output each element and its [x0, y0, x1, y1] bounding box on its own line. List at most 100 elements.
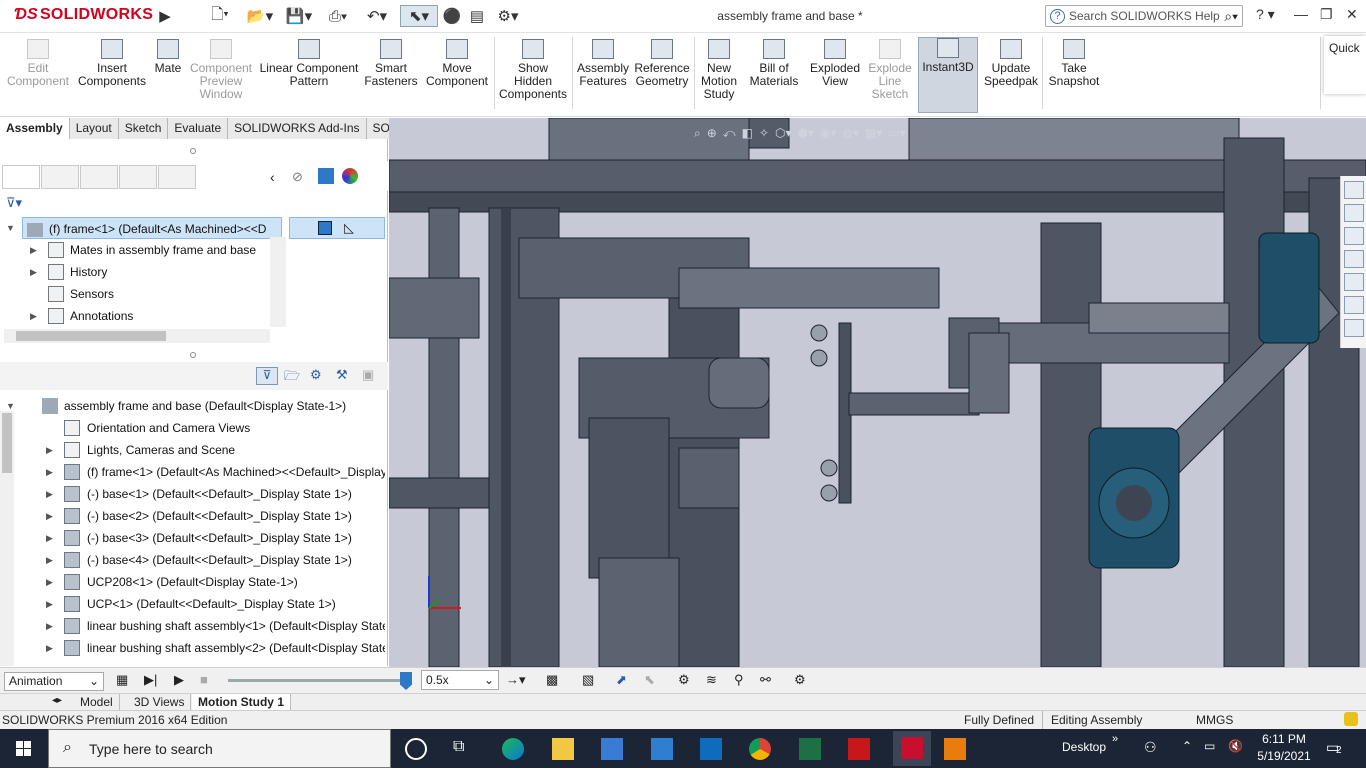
outlook-icon[interactable] [700, 738, 722, 760]
lower-tree-scrollbar[interactable] [0, 411, 14, 666]
expand-arrow-icon[interactable]: ▶ [30, 311, 37, 322]
ribbon-button-linear-component-pattern[interactable]: Linear Component Pattern [258, 39, 360, 88]
tree-item[interactable]: Sensors [70, 283, 270, 305]
restore-button[interactable]: ❐ [1320, 6, 1333, 23]
ribbon-button-exploded-view[interactable]: Exploded View [804, 39, 866, 88]
gear-filter-icon[interactable]: ⚙ [310, 367, 322, 383]
previous-view-icon[interactable]: ⤺ [723, 126, 736, 141]
ribbon-button-edit-component[interactable]: Edit Component [0, 39, 76, 88]
select-pointer-icon[interactable]: ⬉▾ [400, 5, 438, 27]
tree-item[interactable]: (-) base<2> (Default<<Default>_Display S… [87, 505, 385, 527]
new-document-icon[interactable]: 🗋▾ [205, 5, 235, 27]
rebuild-traffic-light-icon[interactable]: ⚫ [443, 5, 462, 27]
splitter-grip-2[interactable] [190, 352, 196, 358]
configuration-manager-tab[interactable] [80, 165, 118, 189]
collapse-left-icon[interactable]: ‹ [270, 169, 275, 185]
store-icon[interactable] [601, 738, 623, 760]
tree-options-icon[interactable]: ▣ [362, 367, 374, 383]
expand-arrow-icon[interactable]: ▶ [30, 267, 37, 278]
feature-manager-tab[interactable] [2, 165, 40, 189]
root-collapse-arrow-icon[interactable]: ▼ [6, 401, 15, 411]
hide-show-items-icon[interactable]: ◉▾ [820, 126, 837, 140]
tree-item[interactable]: UCP<1> (Default<<Default>_Display State … [87, 593, 385, 615]
tree-item[interactable]: (f) frame<1> (Default<As Machined><<Defa… [87, 461, 385, 483]
splitter-grip[interactable] [190, 148, 196, 154]
section-view-icon[interactable]: ◧ [742, 126, 753, 140]
minimize-button[interactable]: — [1294, 6, 1308, 22]
undo-icon[interactable]: ↶▾ [362, 5, 392, 27]
solidworks-taskbar-button[interactable] [893, 731, 931, 766]
dimxpert-manager-tab[interactable] [119, 165, 157, 189]
forum-icon[interactable] [1343, 319, 1364, 337]
solidworks-logo[interactable]: ƊS SOLIDWORKS [14, 6, 153, 24]
tree-item[interactable]: History [70, 261, 270, 283]
cortana-icon[interactable] [405, 738, 427, 760]
motor-icon[interactable]: ⚙ [678, 672, 690, 688]
tab-solidworks-add-ins[interactable]: SOLIDWORKS Add-Ins [228, 118, 367, 139]
playback-slider[interactable] [228, 679, 408, 682]
volume-muted-icon[interactable]: 🔇 [1228, 739, 1243, 753]
design-library-icon[interactable] [1343, 204, 1364, 222]
stop-icon[interactable]: ■ [200, 672, 208, 687]
expand-arrow-icon[interactable]: ▶ [46, 533, 53, 544]
chrome-icon[interactable] [749, 738, 771, 760]
calculate-icon[interactable]: ▦ [116, 672, 128, 688]
assembly-model-render[interactable] [389, 118, 1366, 667]
damper-icon[interactable]: ⚲ [734, 672, 744, 688]
open-icon[interactable]: 📂▾ [245, 5, 275, 27]
collapse-arrow-icon[interactable]: ▼ [6, 223, 15, 233]
tab-scroll-icon[interactable]: ◂▸ [52, 695, 62, 706]
ribbon-button-assembly-features[interactable]: Assembly Features [572, 39, 634, 88]
clock-date[interactable]: 5/19/2021 [1256, 749, 1312, 763]
display-style-dropdown-icon[interactable]: ⬢▾ [798, 126, 815, 140]
filter-icon[interactable]: ⊽▾ [6, 195, 22, 211]
motion-study-properties-icon[interactable]: ⚙ [794, 672, 806, 688]
excel-icon[interactable] [799, 738, 821, 760]
solidworks-resources-home-icon[interactable] [1343, 181, 1364, 199]
tab-assembly[interactable]: Assembly [0, 118, 70, 139]
show-hidden-icons-icon[interactable]: ⌃ [1182, 739, 1192, 753]
expand-arrow-icon[interactable]: ▶ [30, 245, 37, 256]
save-animation-icon[interactable]: ▩ [546, 672, 558, 688]
ribbon-button-take-snapshot[interactable]: Take Snapshot [1046, 39, 1102, 88]
playback-slider-handle[interactable] [400, 672, 412, 690]
ribbon-button-show-hidden-components[interactable]: Show Hidden Components [496, 39, 570, 101]
expand-arrow-icon[interactable]: ▶ [46, 621, 53, 632]
tab-sketch[interactable]: Sketch [119, 118, 169, 139]
zoom-to-fit-icon[interactable]: ⌕ [694, 126, 701, 141]
root-assembly-row[interactable]: assembly frame and base (Default<Display… [64, 395, 384, 417]
tab-evaluate[interactable]: Evaluate [168, 118, 229, 139]
file-properties-icon[interactable]: ▤ [466, 5, 488, 27]
file-explorer-taskbar-icon[interactable] [552, 738, 574, 760]
apply-scene-icon[interactable]: ▦▾ [865, 126, 882, 140]
search-magnifier-icon[interactable]: ⌕▾ [1224, 8, 1238, 25]
ribbon-button-new-motion-study[interactable]: New Motion Study [698, 39, 740, 101]
mail-icon[interactable] [651, 738, 673, 760]
tree-item[interactable]: Annotations [70, 305, 270, 327]
tab-motion-study-1[interactable]: Motion Study 1 [192, 694, 291, 711]
network-icon[interactable]: ▭ [1204, 739, 1215, 753]
display-style-icon[interactable]: ◺ [344, 220, 354, 236]
help-menu-icon[interactable]: ? ▾ [1256, 6, 1275, 23]
upper-tree-hscrollbar[interactable] [4, 329, 270, 343]
ribbon-button-smart-fasteners[interactable]: Smart Fasteners [362, 39, 420, 88]
tree-item[interactable]: linear bushing shaft assembly<1> (Defaul… [87, 615, 385, 637]
property-manager-tab[interactable] [41, 165, 79, 189]
tree-filter-icon[interactable]: ⊽ [256, 367, 278, 385]
tree-item[interactable]: (-) base<4> (Default<<Default>_Display S… [87, 549, 385, 571]
display-mode-cube-icon[interactable] [318, 221, 332, 235]
playback-mode-icon[interactable]: →▾ [506, 672, 526, 688]
expand-arrow-icon[interactable]: ▶ [46, 599, 53, 610]
dynamic-annotation-icon[interactable]: ✧ [759, 126, 769, 140]
appearances-scenes-icon[interactable] [1343, 273, 1364, 291]
playback-speed-select[interactable]: 0.5x ⌄ [421, 670, 499, 690]
edit-appearance-icon[interactable]: ◍▾ [843, 126, 860, 140]
ribbon-button-mate[interactable]: Mate [150, 39, 186, 75]
close-button[interactable]: ✕ [1346, 6, 1358, 23]
display-manager-tab[interactable] [158, 165, 196, 189]
rebuild-warning-icon[interactable] [1344, 712, 1358, 726]
expand-arrow-icon[interactable]: ▶ [46, 445, 53, 456]
spring-icon[interactable]: ≋ [706, 672, 717, 688]
help-search-box[interactable]: ? Search SOLIDWORKS Help ⌕▾ [1045, 5, 1243, 27]
view-orientation-icon[interactable]: ⬡▾ [775, 126, 792, 140]
